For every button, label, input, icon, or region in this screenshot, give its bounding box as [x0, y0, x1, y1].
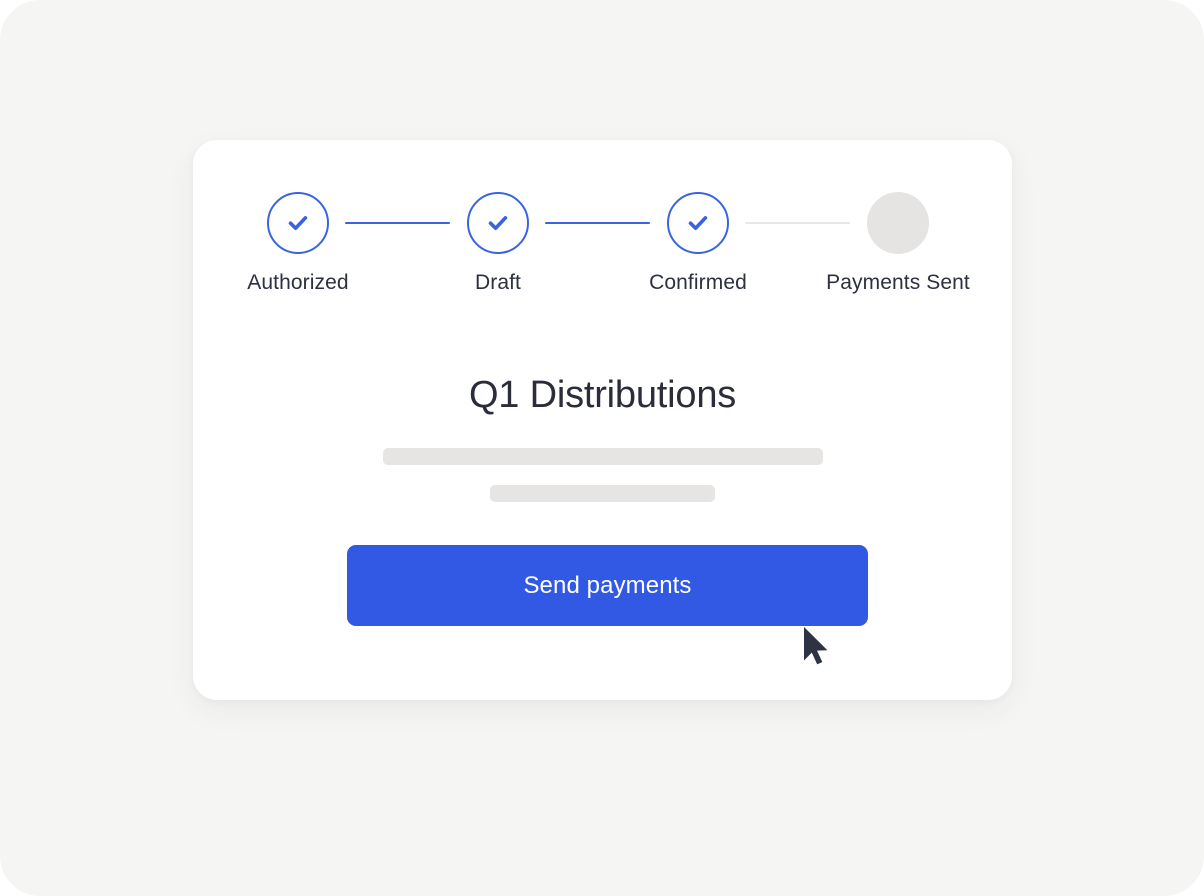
page-title: Q1 Distributions: [468, 374, 737, 416]
check-circle-icon: [667, 192, 729, 254]
progress-stepper: Authorized Draft Confirmed Payments Sent: [193, 192, 1012, 342]
stepper-step-confirmed[interactable]: Confirmed: [598, 192, 798, 296]
stepper-step-draft[interactable]: Draft: [398, 192, 598, 296]
stepper-step-authorized[interactable]: Authorized: [198, 192, 398, 296]
payment-card: Authorized Draft Confirmed Payments Sent…: [193, 140, 1012, 700]
empty-circle-icon: [867, 192, 929, 254]
stepper-label-draft: Draft: [474, 271, 521, 294]
check-circle-icon: [267, 192, 329, 254]
placeholder-line-1: [382, 448, 823, 465]
send-payments-button[interactable]: Send payments: [347, 545, 868, 626]
stepper-label-authorized: Authorized: [247, 271, 349, 294]
stepper-step-payments-sent[interactable]: Payments Sent: [798, 192, 998, 296]
placeholder-line-2: [490, 485, 715, 502]
stepper-label-payments-sent: Payments Sent: [826, 271, 970, 294]
app-background: Authorized Draft Confirmed Payments Sent…: [0, 0, 1204, 896]
stepper-label-confirmed: Confirmed: [649, 271, 747, 294]
check-circle-icon: [467, 192, 529, 254]
